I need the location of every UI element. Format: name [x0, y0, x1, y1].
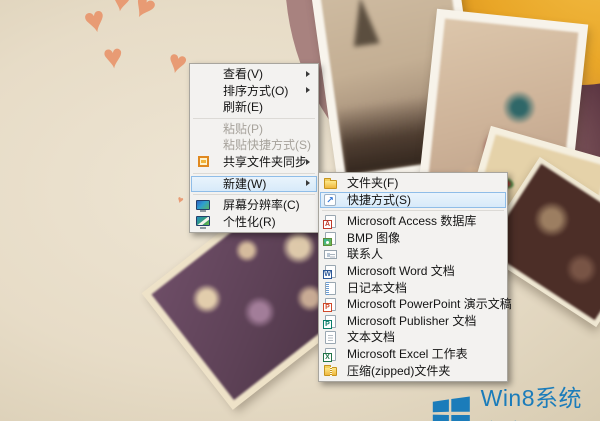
menu-item-label: Microsoft PowerPoint 演示文稿 — [347, 297, 512, 311]
contact-card-icon — [324, 248, 338, 262]
menu-item-label: 联系人 — [347, 247, 383, 261]
menu-item-label: 粘贴快捷方式(S) — [223, 138, 311, 152]
windows-8-logo-icon — [432, 392, 471, 421]
menu-item-personalize[interactable]: 个性化(R) — [191, 214, 317, 231]
menu-item-label: 快捷方式(S) — [347, 193, 411, 207]
menu-separator — [193, 194, 315, 195]
submenu-item-text-document[interactable]: 文本文档 — [320, 329, 506, 346]
submenu-arrow-icon — [306, 180, 310, 186]
menu-item-label: 刷新(E) — [223, 100, 263, 114]
submenu-item-word-document[interactable]: Microsoft Word 文档 — [320, 263, 506, 280]
submenu-item-zipped-folder[interactable]: 压缩(zipped)文件夹 — [320, 363, 506, 380]
menu-item-label: 文本文档 — [347, 330, 395, 344]
access-doc-icon — [324, 215, 338, 229]
menu-item-paste-shortcut: 粘贴快捷方式(S) — [191, 137, 317, 154]
submenu-item-shortcut[interactable]: 快捷方式(S) — [320, 192, 506, 209]
menu-item-label: Microsoft Word 文档 — [347, 264, 455, 278]
screen-resolution-icon — [196, 199, 210, 213]
heart-icon: ♥ — [175, 195, 184, 206]
submenu-item-access-database[interactable]: Microsoft Access 数据库 — [320, 213, 506, 230]
journal-doc-icon — [324, 281, 338, 295]
menu-separator — [193, 173, 315, 174]
text-doc-icon — [324, 331, 338, 345]
word-doc-icon — [324, 264, 338, 278]
heart-icon: ♥ — [102, 39, 125, 75]
submenu-arrow-icon — [306, 159, 310, 165]
submenu-item-folder[interactable]: 文件夹(F) — [320, 175, 506, 192]
submenu-arrow-icon — [306, 87, 310, 93]
submenu-item-bmp-image[interactable]: BMP 图像 — [320, 230, 506, 247]
menu-separator — [322, 210, 504, 211]
submenu-item-publisher-document[interactable]: Microsoft Publisher 文档 — [320, 313, 506, 330]
menu-item-label: 日记本文档 — [347, 281, 407, 295]
publisher-doc-icon — [324, 314, 338, 328]
menu-item-label: 压缩(zipped)文件夹 — [347, 364, 450, 378]
menu-item-label: Microsoft Publisher 文档 — [347, 314, 476, 328]
bmp-image-icon — [324, 231, 338, 245]
menu-item-label: BMP 图像 — [347, 231, 400, 245]
desktop-context-menu: 查看(V) 排序方式(O) 刷新(E) 粘贴(P) 粘贴快捷方式(S) 共享文件… — [189, 63, 319, 233]
menu-item-paste: 粘贴(P) — [191, 121, 317, 138]
submenu-arrow-icon — [306, 71, 310, 77]
menu-item-label: 排序方式(O) — [223, 84, 288, 98]
personalization-icon — [196, 215, 210, 229]
submenu-item-powerpoint-presentation[interactable]: Microsoft PowerPoint 演示文稿 — [320, 296, 506, 313]
menu-item-label: 共享文件夹同步 — [223, 155, 307, 169]
menu-separator — [193, 118, 315, 119]
menu-item-shared-folder-sync[interactable]: 共享文件夹同步 — [191, 154, 317, 171]
shortcut-icon — [324, 193, 338, 207]
sync-folder-icon — [196, 155, 210, 169]
menu-item-label: Microsoft Excel 工作表 — [347, 347, 468, 361]
eiffel-tower-silhouette — [347, 0, 379, 47]
zip-folder-icon — [324, 364, 338, 378]
menu-item-label: 查看(V) — [223, 67, 263, 81]
submenu-item-excel-worksheet[interactable]: Microsoft Excel 工作表 — [320, 346, 506, 363]
submenu-item-journal-document[interactable]: 日记本文档 — [320, 280, 506, 297]
menu-item-label: 新建(W) — [223, 177, 266, 191]
menu-item-label: 文件夹(F) — [347, 176, 398, 190]
menu-item-label: Microsoft Access 数据库 — [347, 214, 476, 228]
heart-icon: ♥ — [164, 44, 190, 80]
win8-watermark: Win8系统之家 — [432, 379, 600, 421]
menu-item-label: 屏幕分辨率(C) — [223, 198, 300, 212]
powerpoint-doc-icon — [324, 298, 338, 312]
new-submenu: 文件夹(F) 快捷方式(S) Microsoft Access 数据库 BMP … — [318, 172, 508, 382]
menu-item-new[interactable]: 新建(W) — [191, 176, 317, 193]
menu-item-screen-resolution[interactable]: 屏幕分辨率(C) — [191, 197, 317, 214]
menu-item-label: 个性化(R) — [223, 215, 276, 229]
menu-item-refresh[interactable]: 刷新(E) — [191, 99, 317, 116]
menu-item-label: 粘贴(P) — [223, 122, 263, 136]
heart-icon: ♥ — [127, 0, 163, 27]
menu-item-view[interactable]: 查看(V) — [191, 66, 317, 83]
excel-doc-icon — [324, 347, 338, 361]
watermark-text: Win8系统之家 — [481, 379, 600, 421]
menu-item-sort-by[interactable]: 排序方式(O) — [191, 83, 317, 100]
submenu-item-contact[interactable]: 联系人 — [320, 246, 506, 263]
heart-icon: ♥ — [80, 0, 108, 40]
folder-icon — [324, 177, 338, 191]
